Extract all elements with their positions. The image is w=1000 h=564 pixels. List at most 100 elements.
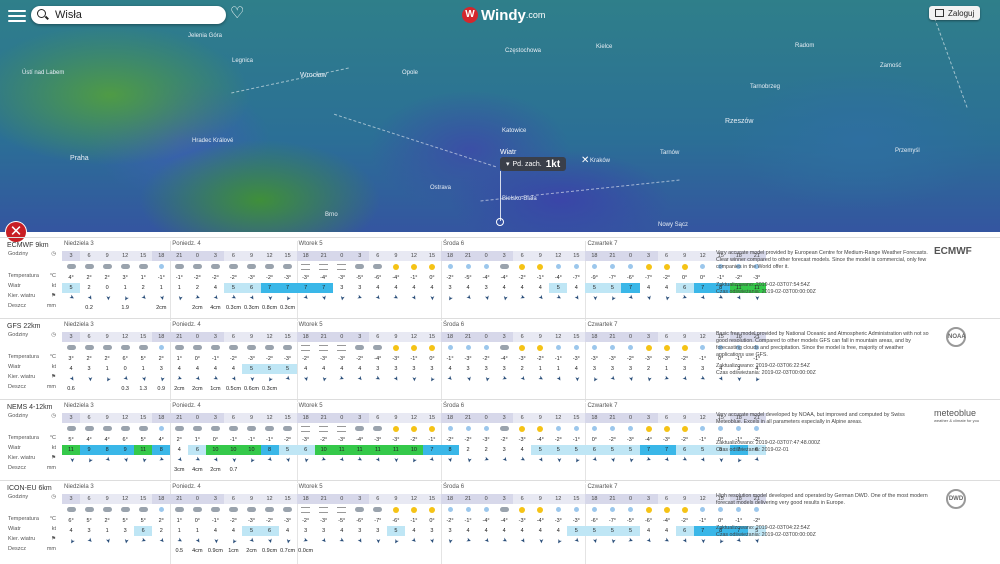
hour-cell[interactable]: 0 — [621, 251, 640, 261]
hour-cell[interactable]: 18 — [152, 251, 171, 261]
hour-cell[interactable]: 21 — [459, 413, 478, 423]
hour-cell[interactable]: 12 — [549, 251, 568, 261]
hour-cell[interactable]: 18 — [296, 413, 315, 423]
hour-cell[interactable]: 9 — [98, 332, 117, 342]
hour-cell[interactable]: 21 — [603, 413, 622, 423]
hour-cell[interactable]: 9 — [242, 251, 261, 261]
hour-cell[interactable]: 0 — [188, 413, 207, 423]
hour-cell[interactable]: 3 — [350, 332, 369, 342]
hour-cell[interactable]: 18 — [296, 332, 315, 342]
hour-cell[interactable]: 12 — [693, 332, 712, 342]
model-name[interactable]: ICON-EU 6km — [7, 485, 52, 492]
hour-cell[interactable]: 6 — [513, 251, 532, 261]
hour-cell[interactable]: 18 — [152, 494, 171, 504]
hour-cell[interactable]: 3 — [639, 413, 658, 423]
hour-cell[interactable]: 9 — [675, 332, 694, 342]
hour-cell[interactable]: 0 — [188, 332, 207, 342]
hour-cell[interactable]: 0 — [332, 413, 351, 423]
location-pin-icon[interactable] — [496, 218, 504, 226]
hour-cell[interactable]: 21 — [603, 494, 622, 504]
hour-cell[interactable]: 21 — [170, 332, 189, 342]
hour-cell[interactable]: 12 — [260, 332, 279, 342]
hour-cell[interactable]: 3 — [206, 494, 225, 504]
hour-cell[interactable]: 3 — [350, 251, 369, 261]
hour-cell[interactable]: 9 — [386, 413, 405, 423]
hour-cell[interactable]: 12 — [260, 494, 279, 504]
hour-cell[interactable]: 21 — [170, 251, 189, 261]
hour-cell[interactable]: 0 — [621, 494, 640, 504]
hour-cell[interactable]: 15 — [422, 494, 441, 504]
hour-cell[interactable]: 12 — [116, 413, 135, 423]
hour-cell[interactable]: 3 — [206, 251, 225, 261]
hour-cell[interactable]: 3 — [495, 332, 514, 342]
hour-cell[interactable]: 6 — [513, 413, 532, 423]
hour-cell[interactable]: 3 — [350, 494, 369, 504]
hour-cell[interactable]: 12 — [549, 413, 568, 423]
hour-cell[interactable]: 9 — [675, 494, 694, 504]
hour-cell[interactable]: 18 — [440, 494, 460, 504]
hour-cell[interactable]: 0 — [188, 494, 207, 504]
hour-cell[interactable]: 6 — [368, 332, 387, 342]
hour-cell[interactable]: 0 — [621, 332, 640, 342]
hour-cell[interactable]: 3 — [350, 413, 369, 423]
hour-cell[interactable]: 18 — [152, 332, 171, 342]
hour-cell[interactable]: 12 — [693, 251, 712, 261]
hour-cell[interactable]: 9 — [531, 494, 550, 504]
hour-cell[interactable]: 6 — [80, 332, 99, 342]
hour-cell[interactable]: 18 — [152, 413, 171, 423]
hour-cell[interactable]: 6 — [368, 494, 387, 504]
hour-cell[interactable]: 18 — [296, 494, 315, 504]
hour-cell[interactable]: 21 — [314, 251, 333, 261]
hour-cell[interactable]: 0 — [188, 251, 207, 261]
search-box[interactable] — [31, 6, 226, 24]
hour-cell[interactable]: 18 — [440, 413, 460, 423]
hour-cell[interactable]: 3 — [62, 332, 81, 342]
hour-cell[interactable]: 15 — [567, 494, 586, 504]
hour-cell[interactable]: 15 — [134, 494, 153, 504]
hour-cell[interactable]: 15 — [567, 251, 586, 261]
hour-cell[interactable]: 15 — [278, 413, 297, 423]
hour-cell[interactable]: 6 — [80, 413, 99, 423]
hour-cell[interactable]: 18 — [440, 332, 460, 342]
hour-cell[interactable]: 12 — [116, 494, 135, 504]
hour-cell[interactable]: 18 — [585, 332, 604, 342]
hour-cell[interactable]: 3 — [639, 494, 658, 504]
hour-cell[interactable]: 9 — [531, 332, 550, 342]
hour-cell[interactable]: 21 — [459, 251, 478, 261]
hour-cell[interactable]: 15 — [422, 251, 441, 261]
hour-cell[interactable]: 15 — [422, 332, 441, 342]
hour-cell[interactable]: 12 — [549, 332, 568, 342]
hour-cell[interactable]: 3 — [495, 413, 514, 423]
hour-cell[interactable]: 12 — [404, 494, 423, 504]
hour-cell[interactable]: 6 — [513, 494, 532, 504]
hour-cell[interactable]: 9 — [242, 413, 261, 423]
hour-cell[interactable]: 12 — [404, 332, 423, 342]
hour-cell[interactable]: 15 — [422, 413, 441, 423]
hour-cell[interactable]: 15 — [567, 332, 586, 342]
hour-cell[interactable]: 3 — [206, 413, 225, 423]
hour-cell[interactable]: 0 — [621, 413, 640, 423]
hour-cell[interactable]: 6 — [657, 413, 676, 423]
hour-cell[interactable]: 12 — [260, 413, 279, 423]
hour-cell[interactable]: 9 — [386, 332, 405, 342]
search-input[interactable] — [53, 8, 217, 22]
hour-cell[interactable]: 21 — [314, 413, 333, 423]
hour-cell[interactable]: 3 — [62, 494, 81, 504]
hour-cell[interactable]: 21 — [314, 494, 333, 504]
hour-cell[interactable]: 15 — [278, 494, 297, 504]
hour-cell[interactable]: 6 — [224, 413, 243, 423]
favorite-heart-icon[interactable]: ♡ — [230, 6, 244, 22]
hour-cell[interactable]: 3 — [62, 413, 81, 423]
hour-cell[interactable]: 6 — [80, 251, 99, 261]
hour-cell[interactable]: 18 — [296, 251, 315, 261]
hour-cell[interactable]: 18 — [585, 251, 604, 261]
hour-cell[interactable]: 6 — [224, 251, 243, 261]
model-name[interactable]: NEMS 4-12km — [7, 404, 53, 411]
hour-cell[interactable]: 6 — [368, 413, 387, 423]
hour-cell[interactable]: 9 — [386, 251, 405, 261]
hour-cell[interactable]: 6 — [657, 494, 676, 504]
hour-cell[interactable]: 0 — [477, 251, 496, 261]
hour-cell[interactable]: 21 — [459, 494, 478, 504]
hour-cell[interactable]: 6 — [657, 251, 676, 261]
model-name[interactable]: ECMWF 9km — [7, 242, 49, 249]
